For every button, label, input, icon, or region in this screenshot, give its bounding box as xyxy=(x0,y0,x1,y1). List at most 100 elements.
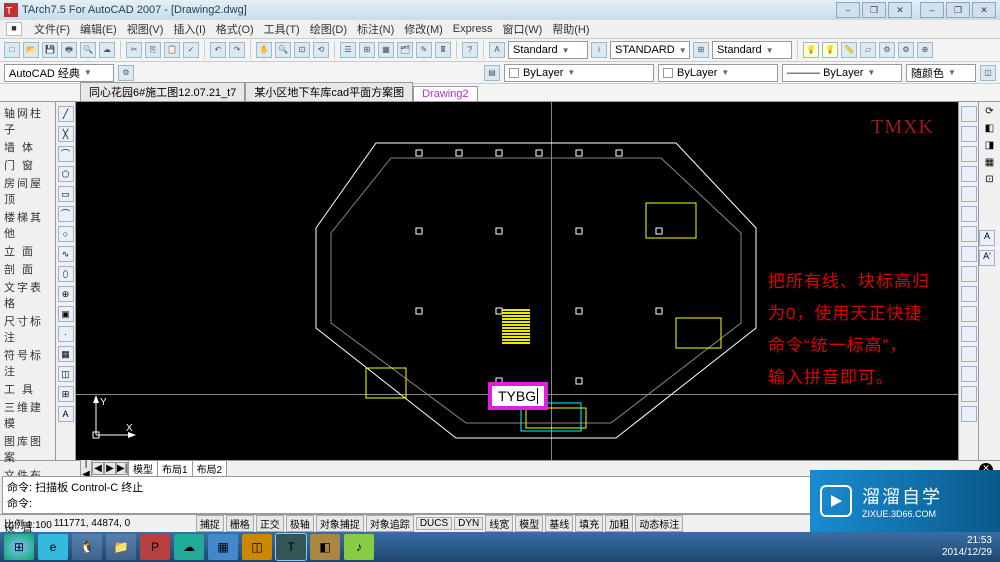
tp-lib[interactable]: 图库图案 xyxy=(2,432,53,466)
zoom-icon[interactable]: 🔍 xyxy=(275,42,291,58)
tab-layout2[interactable]: 布局2 xyxy=(192,460,228,477)
task-app3[interactable]: ◧ xyxy=(310,534,340,560)
tp-3d[interactable]: 三维建模 xyxy=(2,398,53,432)
tp-door[interactable]: 门 窗 xyxy=(2,156,53,174)
extend-icon[interactable] xyxy=(961,306,977,322)
task-pdf[interactable]: P xyxy=(140,534,170,560)
paste-icon[interactable]: 📋 xyxy=(164,42,180,58)
toolpalette-icon[interactable]: ▦ xyxy=(378,42,394,58)
doc-minimize-button[interactable]: – xyxy=(836,2,860,18)
line-icon[interactable]: ╱ xyxy=(58,106,74,122)
textstyle-icon[interactable]: A xyxy=(489,42,505,58)
menu-edit[interactable]: 编辑(E) xyxy=(80,21,117,37)
copy2-icon[interactable] xyxy=(961,126,977,142)
match-icon[interactable]: ✓ xyxy=(183,42,199,58)
doctab-2[interactable]: 某小区地下车库cad平面方案图 xyxy=(245,82,413,101)
doc-restore-button[interactable]: ❐ xyxy=(862,2,886,18)
linetype-combo[interactable]: ——— ByLayer▼ xyxy=(782,64,902,82)
insert-icon[interactable]: ⊕ xyxy=(58,286,74,302)
nav3-icon[interactable]: ▦ xyxy=(985,157,994,168)
taskbar-clock[interactable]: 21:53 2014/12/29 xyxy=(942,535,996,559)
xline-icon[interactable]: ╳ xyxy=(58,126,74,142)
join-icon[interactable] xyxy=(961,346,977,362)
ducs-button[interactable]: DUCS xyxy=(416,517,452,530)
layer-props-icon[interactable]: ▤ xyxy=(484,65,500,81)
otrack-button[interactable]: 对象追踪 xyxy=(366,515,414,532)
area-icon[interactable]: ▱ xyxy=(860,42,876,58)
ws-settings-icon[interactable]: ⚙ xyxy=(118,65,134,81)
pline-icon[interactable]: ⌒ xyxy=(58,146,74,162)
sheetset-icon[interactable]: 🗂 xyxy=(397,42,413,58)
menu-tools[interactable]: 工具(T) xyxy=(264,21,300,37)
tp-tool[interactable]: 工 具 xyxy=(2,380,53,398)
text-a-icon[interactable]: A xyxy=(979,230,995,246)
pan-icon[interactable]: ✋ xyxy=(256,42,272,58)
menu-view[interactable]: 视图(V) xyxy=(127,21,164,37)
menu-modify[interactable]: 修改(M) xyxy=(404,21,443,37)
layer-combo[interactable]: ByLayer▼ xyxy=(504,64,654,82)
point-icon[interactable]: · xyxy=(58,326,74,342)
calc-icon[interactable]: 🖩 xyxy=(435,42,451,58)
menu-help[interactable]: 帮助(H) xyxy=(552,21,589,37)
stretch-icon[interactable] xyxy=(961,266,977,282)
dynamic-input[interactable]: TYBG xyxy=(488,382,548,410)
circle-icon[interactable]: ○ xyxy=(58,226,74,242)
dist-icon[interactable]: 📏 xyxy=(841,42,857,58)
table-icon[interactable]: ⊞ xyxy=(58,386,74,402)
task-app1[interactable]: ▦ xyxy=(208,534,238,560)
ortho-button[interactable]: 正交 xyxy=(256,515,284,532)
doctab-1[interactable]: 同心花园6#施工图12.07.21_t7 xyxy=(80,82,245,101)
tp-wall[interactable]: 墙 体 xyxy=(2,138,53,156)
osnap-button[interactable]: 对象捕捉 xyxy=(316,515,364,532)
minimize-button[interactable]: – xyxy=(920,2,944,18)
tp-sect[interactable]: 剖 面 xyxy=(2,260,53,278)
tool3-icon[interactable]: ⊕ xyxy=(917,42,933,58)
lineweight-combo[interactable]: 随颜色▼ xyxy=(906,64,976,82)
preview-icon[interactable]: 🔍 xyxy=(80,42,96,58)
rotate-icon[interactable] xyxy=(961,226,977,242)
print-icon[interactable]: 🖶 xyxy=(61,42,77,58)
arc-icon[interactable]: ⌒ xyxy=(58,206,74,222)
explode-icon[interactable] xyxy=(961,406,977,422)
menu-insert[interactable]: 插入(I) xyxy=(173,21,205,37)
polar-button[interactable]: 极轴 xyxy=(286,515,314,532)
color-combo[interactable]: ByLayer▼ xyxy=(658,64,778,82)
tool1-icon[interactable]: ⚙ xyxy=(879,42,895,58)
model-button[interactable]: 模型 xyxy=(515,515,543,532)
tp-text[interactable]: 文字表格 xyxy=(2,278,53,312)
tp-elev[interactable]: 立 面 xyxy=(2,242,53,260)
scale-icon[interactable] xyxy=(961,246,977,262)
bulb2-icon[interactable]: 💡 xyxy=(822,42,838,58)
spline-icon[interactable]: ∿ xyxy=(58,246,74,262)
zoomprev-icon[interactable]: ⟲ xyxy=(313,42,329,58)
nav1-icon[interactable]: ◧ xyxy=(985,123,994,134)
control-menu-icon[interactable]: ■ xyxy=(6,22,22,36)
doctab-3[interactable]: Drawing2 xyxy=(413,86,477,101)
tab-last-icon[interactable]: ▶| xyxy=(116,462,128,475)
designcenter-icon[interactable]: ⊞ xyxy=(359,42,375,58)
tool2-icon[interactable]: ⚙ xyxy=(898,42,914,58)
nav4-icon[interactable]: ⊡ xyxy=(985,174,993,185)
drawing-canvas[interactable]: TMXK TYBG 把所有 xyxy=(76,102,958,460)
dyn-button[interactable]: DYN xyxy=(454,517,483,530)
tab-layout1[interactable]: 布局1 xyxy=(157,460,193,477)
menu-draw[interactable]: 绘图(D) xyxy=(310,21,347,37)
ellipse-icon[interactable]: ⬯ xyxy=(58,266,74,282)
lwt-button[interactable]: 线宽 xyxy=(485,515,513,532)
zoomwin-icon[interactable]: ⊡ xyxy=(294,42,310,58)
close-button[interactable]: ✕ xyxy=(972,2,996,18)
block-icon[interactable]: ▣ xyxy=(58,306,74,322)
start-button[interactable]: ⊞ xyxy=(4,534,34,560)
menu-window[interactable]: 窗口(W) xyxy=(503,21,543,37)
grid-button[interactable]: 栅格 xyxy=(226,515,254,532)
menu-file[interactable]: 文件(F) xyxy=(34,21,70,37)
chamfer-icon[interactable] xyxy=(961,366,977,382)
save-icon[interactable]: 💾 xyxy=(42,42,58,58)
task-ie[interactable]: e xyxy=(38,534,68,560)
menu-dimension[interactable]: 标注(N) xyxy=(357,21,394,37)
menu-express[interactable]: Express xyxy=(453,23,493,35)
break-icon[interactable] xyxy=(961,326,977,342)
bycolor-icon[interactable]: ◫ xyxy=(980,65,996,81)
trim-icon[interactable] xyxy=(961,286,977,302)
table-style-combo[interactable]: Standard▼ xyxy=(712,41,792,59)
